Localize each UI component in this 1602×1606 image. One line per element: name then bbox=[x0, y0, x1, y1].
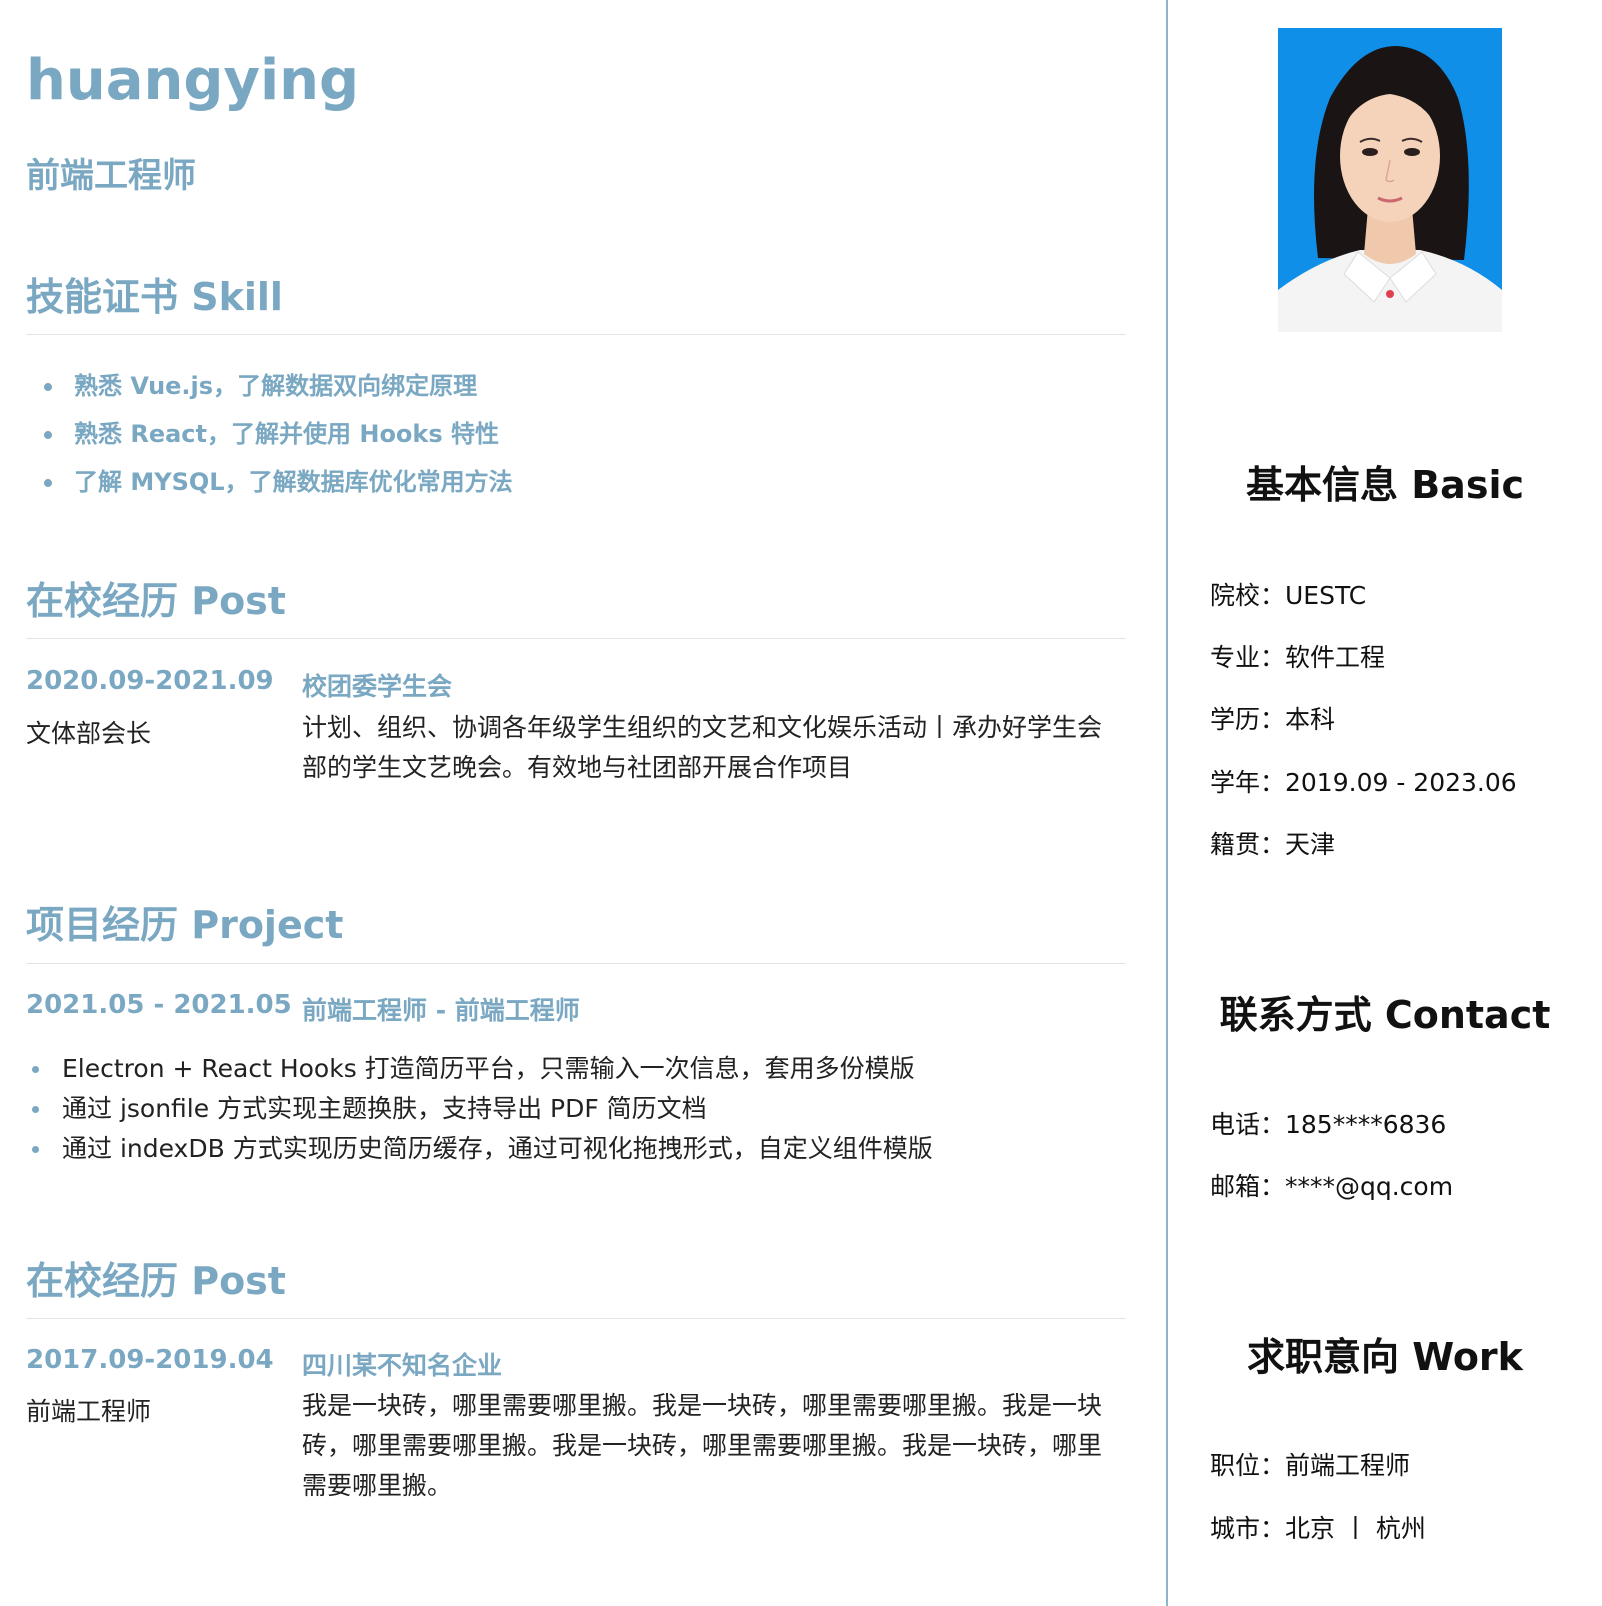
project-role: 前端工程师 - 前端工程师 bbox=[302, 996, 580, 1025]
project-item-text: 通过 indexDB 方式实现历史简历缓存，通过可视化拖拽形式，自定义组件模版 bbox=[62, 1134, 933, 1163]
main-column: huangying 前端工程师 技能证书 Skill 熟悉 Vue.js，了解数… bbox=[0, 0, 1168, 1606]
candidate-name: huangying bbox=[26, 48, 360, 113]
project-item-text: Electron + React Hooks 打造简历平台，只需输入一次信息，套… bbox=[62, 1054, 915, 1083]
bullet-icon bbox=[32, 1146, 39, 1153]
sidebar: 基本信息 Basic 院校：UESTC 专业：软件工程 学历：本科 学年：201… bbox=[1168, 0, 1602, 1606]
post-description: 我是一块砖，哪里需要哪里搬。我是一块砖，哪里需要哪里搬。我是一块砖，哪里需要哪里… bbox=[302, 1391, 1103, 1500]
info-email: 邮箱：****@qq.com bbox=[1210, 1172, 1454, 1201]
post-title: 在校经历 Post bbox=[26, 579, 286, 623]
project-list: Electron + React Hooks 打造简历平台，只需输入一次信息，套… bbox=[30, 1054, 933, 1174]
info-phone: 电话：185****6836 bbox=[1210, 1110, 1447, 1139]
info-years: 学年：2019.09 - 2023.06 bbox=[1210, 768, 1517, 797]
skills-title: 技能证书 Skill bbox=[26, 275, 283, 319]
section-divider bbox=[26, 963, 1126, 964]
info-hometown: 籍贯：天津 bbox=[1210, 830, 1336, 859]
portrait-illustration bbox=[1278, 28, 1502, 332]
info-city: 城市：北京 丨 杭州 bbox=[1210, 1514, 1426, 1543]
contact-title: 联系方式 Contact bbox=[1219, 993, 1551, 1037]
post-date: 2020.09-2021.09 bbox=[26, 666, 274, 696]
list-item: 熟悉 React，了解并使用 Hooks 特性 bbox=[40, 420, 513, 468]
post-description: 计划、组织、协调各年级学生组织的文艺和文化娱乐活动丨承办好学生会部的学生文艺晚会… bbox=[302, 713, 1103, 782]
list-item: 了解 MYSQL，了解数据库优化常用方法 bbox=[40, 468, 513, 516]
basic-title: 基本信息 Basic bbox=[1245, 463, 1524, 507]
info-degree: 学历：本科 bbox=[1210, 705, 1336, 734]
info-major: 专业：软件工程 bbox=[1210, 643, 1386, 672]
post-title: 在校经历 Post bbox=[26, 1259, 286, 1303]
project-item-text: 通过 jsonfile 方式实现主题换肤，支持导出 PDF 简历文档 bbox=[62, 1094, 707, 1123]
info-school: 院校：UESTC bbox=[1210, 581, 1367, 610]
post-organization: 四川某不知名企业 bbox=[302, 1351, 503, 1380]
list-item: 通过 jsonfile 方式实现主题换肤，支持导出 PDF 简历文档 bbox=[30, 1094, 933, 1134]
candidate-role: 前端工程师 bbox=[26, 156, 196, 196]
list-item: 熟悉 Vue.js，了解数据双向绑定原理 bbox=[40, 372, 513, 420]
project-date: 2021.05 - 2021.05 bbox=[26, 990, 292, 1020]
bullet-icon bbox=[32, 1066, 39, 1073]
bullet-icon bbox=[32, 1106, 39, 1113]
bullet-icon bbox=[44, 431, 52, 439]
post-date: 2017.09-2019.04 bbox=[26, 1345, 274, 1375]
skill-text: 熟悉 Vue.js，了解数据双向绑定原理 bbox=[74, 372, 478, 400]
bullet-icon bbox=[44, 479, 52, 487]
info-position: 职位：前端工程师 bbox=[1210, 1451, 1411, 1480]
section-divider bbox=[26, 334, 1126, 335]
list-item: 通过 indexDB 方式实现历史简历缓存，通过可视化拖拽形式，自定义组件模版 bbox=[30, 1134, 933, 1174]
section-divider bbox=[26, 638, 1126, 639]
post-position: 前端工程师 bbox=[26, 1397, 152, 1426]
skill-text: 熟悉 React，了解并使用 Hooks 特性 bbox=[74, 420, 500, 448]
project-title: 项目经历 Project bbox=[26, 903, 344, 947]
list-item: Electron + React Hooks 打造简历平台，只需输入一次信息，套… bbox=[30, 1054, 933, 1094]
profile-photo bbox=[1278, 28, 1502, 332]
section-divider bbox=[26, 1318, 1126, 1319]
post-position: 文体部会长 bbox=[26, 719, 152, 748]
post-organization: 校团委学生会 bbox=[302, 672, 453, 701]
work-title: 求职意向 Work bbox=[1247, 1335, 1523, 1379]
skill-text: 了解 MYSQL，了解数据库优化常用方法 bbox=[74, 468, 513, 496]
bullet-icon bbox=[44, 383, 52, 391]
skills-list: 熟悉 Vue.js，了解数据双向绑定原理 熟悉 React，了解并使用 Hook… bbox=[40, 372, 513, 516]
